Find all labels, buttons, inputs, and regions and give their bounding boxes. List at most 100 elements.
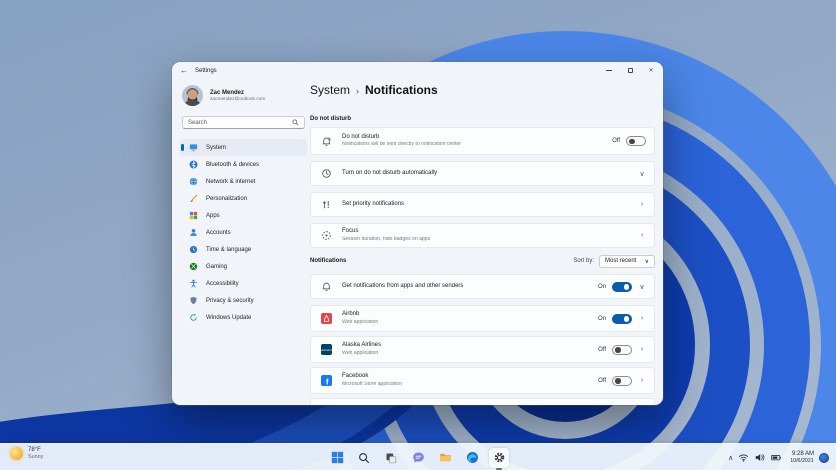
- dnd-bell-icon: [321, 136, 332, 147]
- dnd-toggle[interactable]: [626, 136, 646, 146]
- app-row-alaska-airlines[interactable]: Alaska Alaska Airlines Web application O…: [310, 336, 655, 363]
- sidebar-item-apps[interactable]: Apps: [180, 207, 307, 224]
- window-titlebar[interactable]: ← Settings ✕: [172, 62, 663, 79]
- sidebar-item-accounts[interactable]: Accounts: [180, 224, 307, 241]
- sidebar-item-label: Apps: [206, 213, 220, 219]
- sidebar-item-time-language[interactable]: Time & language: [180, 241, 307, 258]
- svg-text:f: f: [326, 377, 329, 386]
- sidebar-item-accessibility[interactable]: Accessibility: [180, 275, 307, 292]
- avatar: [182, 85, 203, 106]
- app-row-airbnb[interactable]: Airbnb Web application On ›: [310, 305, 655, 332]
- clock-icon: [189, 245, 198, 254]
- maximize-button[interactable]: [624, 65, 636, 76]
- sidebar-item-personalization[interactable]: Personalization: [180, 190, 307, 207]
- globe-icon: [189, 177, 198, 186]
- search-input[interactable]: Search: [182, 116, 305, 129]
- toggle-state-label: On: [598, 284, 606, 290]
- app-name: Alaska Airlines: [342, 342, 598, 350]
- sidebar-item-label: Gaming: [206, 264, 227, 270]
- chat-button[interactable]: [408, 448, 428, 468]
- chevron-down-icon[interactable]: ∨: [638, 170, 646, 178]
- windows-logo-icon: [331, 451, 344, 464]
- breadcrumb: System › Notifications: [310, 83, 438, 97]
- sidebar-item-system[interactable]: System: [180, 139, 307, 156]
- sun-icon: [10, 447, 23, 460]
- sort-value: Most recent: [605, 258, 636, 264]
- sidebar-item-label: Privacy & security: [206, 298, 254, 304]
- dnd-auto-card[interactable]: Turn on do not disturb automatically ∨: [310, 161, 655, 186]
- bluetooth-icon: [189, 160, 198, 169]
- sidebar-item-bluetooth-devices[interactable]: Bluetooth & devices: [180, 156, 307, 173]
- app-name: Airbnb: [342, 311, 598, 319]
- bell-icon: [321, 281, 332, 292]
- sidebar-item-label: Time & language: [206, 247, 251, 253]
- gear-icon: [493, 451, 506, 464]
- priority-notifications-card[interactable]: Set priority notifications ›: [310, 192, 655, 217]
- chevron-right-icon[interactable]: ›: [638, 315, 646, 322]
- get-notifications-card[interactable]: Get notifications from apps and other se…: [310, 274, 655, 299]
- accessibility-person-icon: [189, 279, 198, 288]
- close-button[interactable]: ✕: [645, 65, 657, 76]
- airbnb-toggle[interactable]: [612, 314, 632, 324]
- chevron-down-icon[interactable]: ∨: [638, 283, 646, 291]
- card-subtitle: Session duration, hide badges on apps: [342, 236, 594, 242]
- toggle-state-label: Off: [598, 347, 606, 353]
- chevron-right-icon[interactable]: ›: [638, 346, 646, 353]
- notification-badge-icon[interactable]: [819, 453, 829, 463]
- card-title: Get notifications from apps and other se…: [342, 283, 598, 291]
- sidebar-item-label: Bluetooth & devices: [206, 162, 259, 168]
- chevron-right-icon[interactable]: ›: [638, 232, 646, 239]
- update-arrows-icon: [189, 313, 198, 322]
- sort-dropdown[interactable]: Most recent ∨: [599, 255, 655, 268]
- app-type: Web application: [342, 319, 560, 325]
- settings-taskbar-button[interactable]: [489, 448, 509, 468]
- card-title: Set priority notifications: [342, 201, 638, 209]
- app-row-facebook[interactable]: f Facebook Microsoft Store application O…: [310, 367, 655, 394]
- account-header[interactable]: Zac Mendez zacmendez@outlook.com: [182, 85, 305, 106]
- app-row-microsoft-teams[interactable]: T Microsoft Teams On ›: [310, 398, 655, 405]
- edge-button[interactable]: [462, 448, 482, 468]
- dnd-section-header: Do not disturb: [310, 116, 655, 122]
- search-icon: [358, 452, 370, 464]
- chevron-right-icon[interactable]: ›: [638, 201, 646, 208]
- tray-chevron-icon[interactable]: ∧: [728, 454, 733, 462]
- wifi-icon[interactable]: [738, 452, 749, 463]
- minimize-button[interactable]: [603, 65, 615, 76]
- app-type: Microsoft Store application: [342, 381, 560, 387]
- back-icon[interactable]: ←: [180, 66, 188, 75]
- sidebar-item-label: Network & internet: [206, 179, 255, 185]
- facebook-toggle[interactable]: [612, 376, 632, 386]
- task-view-button[interactable]: [381, 448, 401, 468]
- clock-icon: [321, 168, 332, 179]
- chevron-right-icon[interactable]: ›: [638, 377, 646, 384]
- search-button[interactable]: [354, 448, 374, 468]
- do-not-disturb-card[interactable]: Do not disturb Notifications will be sen…: [310, 127, 655, 155]
- card-title: Turn on do not disturb automatically: [342, 170, 638, 178]
- alaska-airlines-toggle[interactable]: [612, 345, 632, 355]
- sidebar-item-network-internet[interactable]: Network & internet: [180, 173, 307, 190]
- start-button[interactable]: [327, 448, 347, 468]
- sidebar-item-label: Accessibility: [206, 281, 239, 287]
- search-placeholder: Search: [188, 120, 207, 126]
- breadcrumb-parent[interactable]: System: [310, 83, 350, 97]
- folder-icon: [439, 451, 452, 464]
- window-title: Settings: [195, 68, 217, 74]
- card-title: Focus: [342, 228, 638, 236]
- focus-card[interactable]: Focus Session duration, hide badges on a…: [310, 223, 655, 248]
- sort-by-label: Sort by:: [573, 258, 594, 264]
- sidebar-item-windows-update[interactable]: Windows Update: [180, 309, 307, 326]
- toggle-state-label: On: [598, 316, 606, 322]
- file-explorer-button[interactable]: [435, 448, 455, 468]
- person-icon: [189, 228, 198, 237]
- battery-icon[interactable]: [770, 452, 782, 463]
- sidebar-item-gaming[interactable]: Gaming: [180, 258, 307, 275]
- tray-date: 10/6/2021: [791, 458, 814, 464]
- facebook-icon: f: [321, 375, 332, 386]
- clock-widget[interactable]: 9:28 AM 10/6/2021: [787, 451, 814, 464]
- notifications-toggle[interactable]: [612, 282, 632, 292]
- volume-icon[interactable]: [754, 452, 765, 463]
- sidebar-item-privacy-security[interactable]: Privacy & security: [180, 292, 307, 309]
- page-title: Notifications: [365, 83, 438, 97]
- app-name: Facebook: [342, 373, 598, 381]
- weather-widget[interactable]: 78°F Sunny: [10, 447, 45, 460]
